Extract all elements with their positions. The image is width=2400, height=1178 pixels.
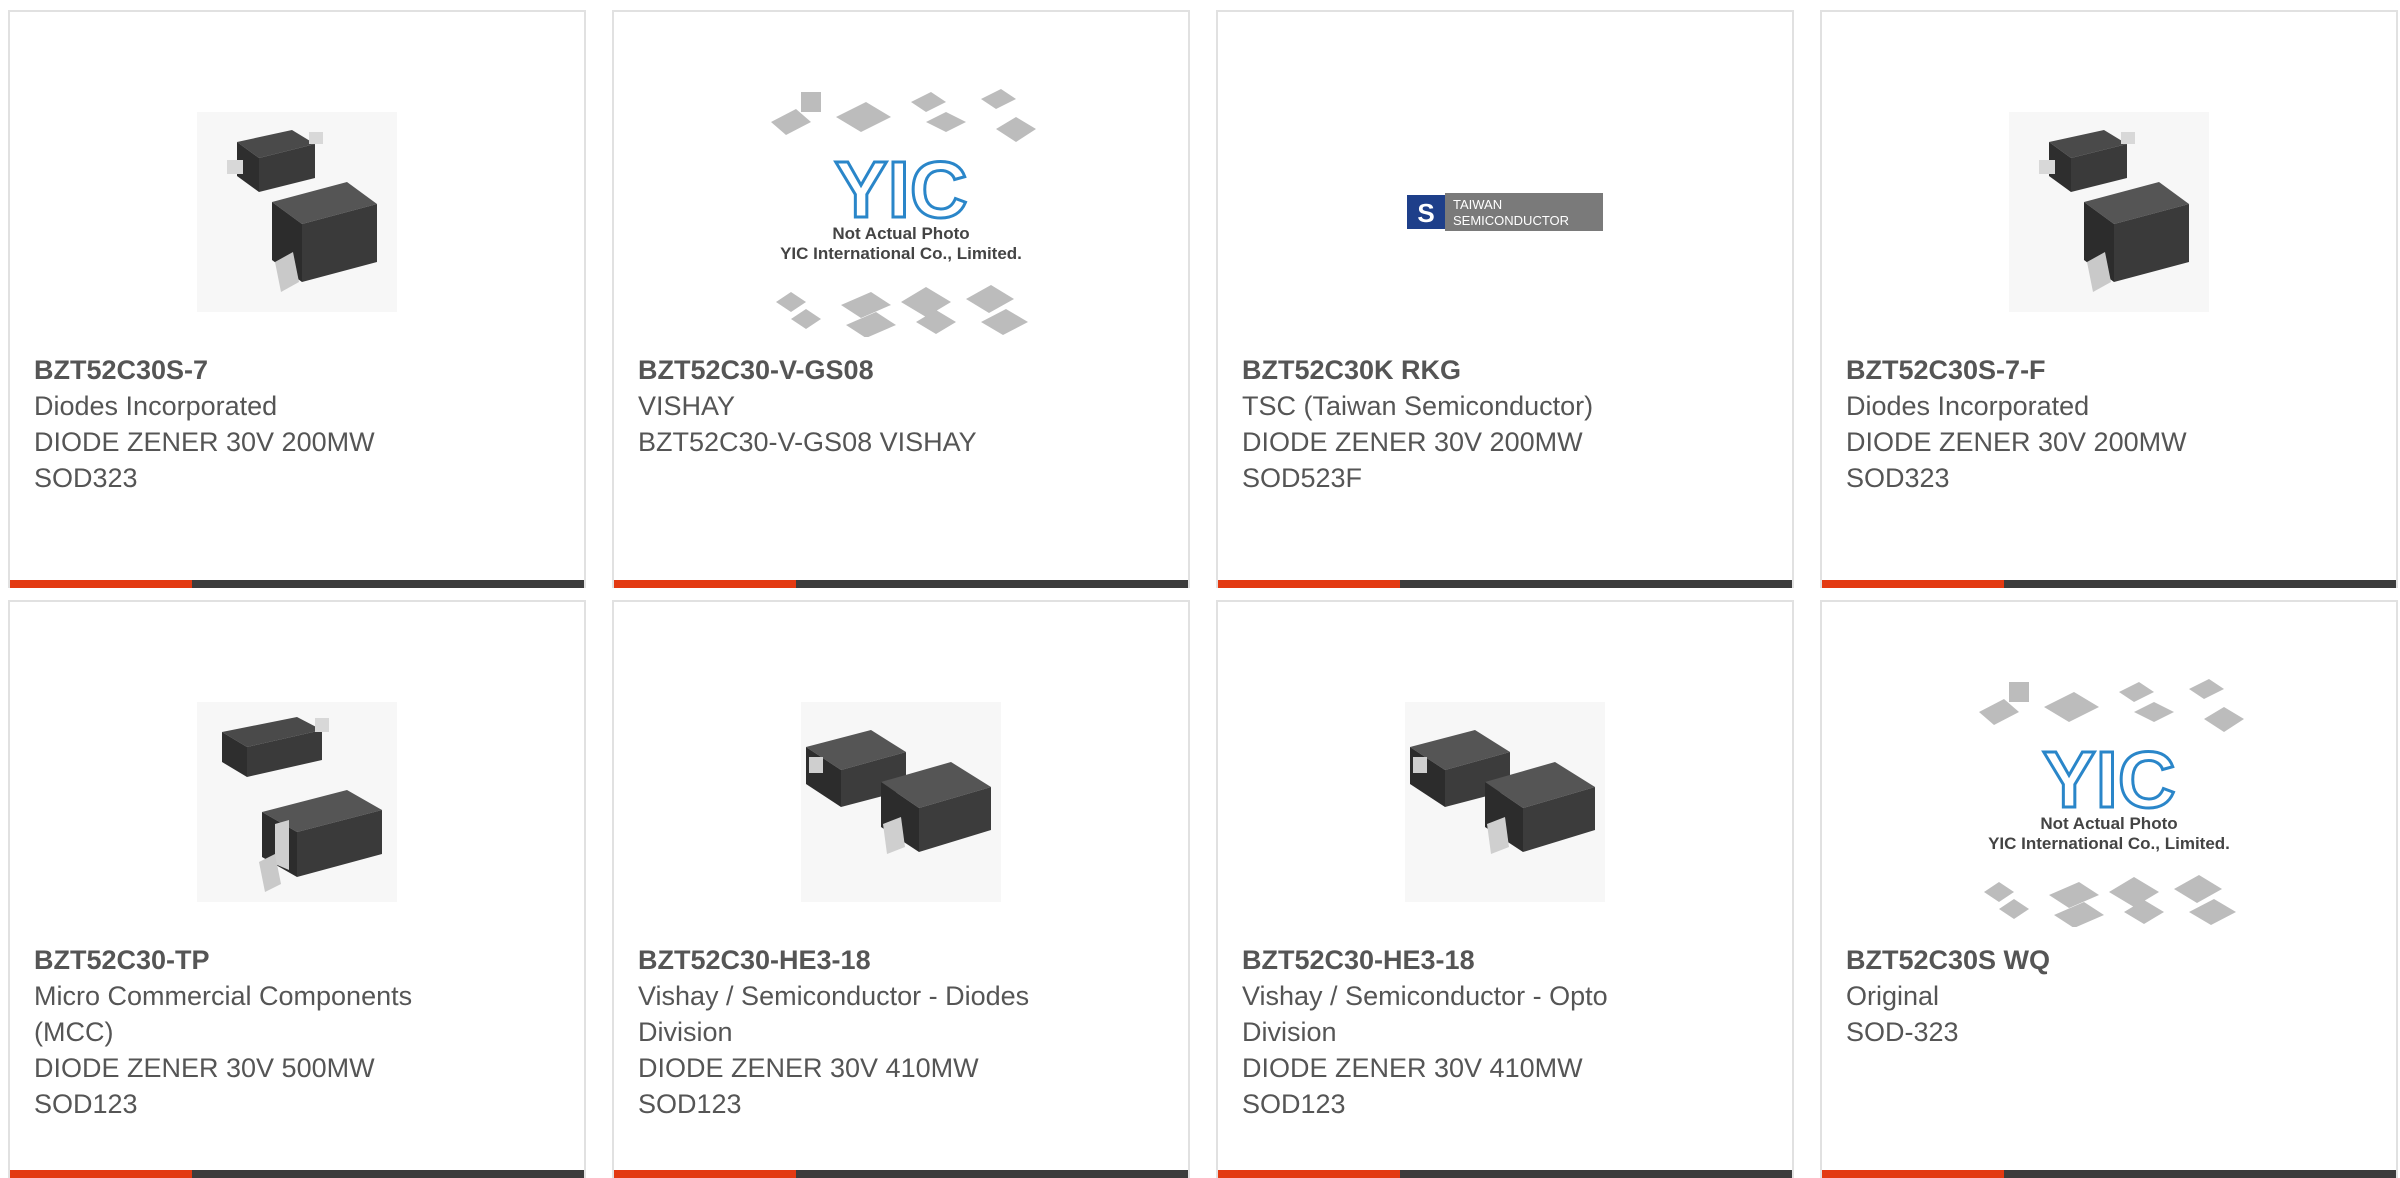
package: SOD123	[638, 1089, 742, 1119]
manufacturer: VISHAY	[638, 391, 736, 421]
package: SOD323	[1846, 463, 1950, 493]
package: SOD123	[34, 1089, 138, 1119]
manufacturer: Diodes Incorporated	[1846, 391, 2090, 421]
product-info: BZT52C30S-7-F Diodes Incorporated DIODE …	[1846, 352, 2266, 496]
description: DIODE ZENER 30V 200MW	[1846, 427, 2187, 457]
card-bottom-bar	[10, 1170, 584, 1178]
sod123-diode-photo	[197, 702, 397, 902]
product-card[interactable]: BZT52C30-HE3-18 Vishay / Semiconductor -…	[1216, 600, 1794, 1178]
part-number[interactable]: BZT52C30-HE3-18	[638, 942, 1058, 978]
card-accent	[1822, 1170, 2004, 1178]
manufacturer-cont: Division	[1242, 1017, 1337, 1047]
product-image[interactable]: YIC Not Actual Photo YIC International C…	[1822, 662, 2396, 942]
description: DIODE ZENER 30V 500MW	[34, 1053, 375, 1083]
product-card[interactable]: YIC Not Actual Photo YIC International C…	[1820, 600, 2398, 1178]
product-image[interactable]: YIC Not Actual Photo YIC International C…	[614, 72, 1188, 352]
product-image[interactable]	[10, 662, 584, 942]
sod123-pair-photo	[1405, 702, 1605, 902]
product-info: BZT52C30-HE3-18 Vishay / Semiconductor -…	[1242, 942, 1662, 1122]
manufacturer: TSC (Taiwan Semiconductor)	[1242, 391, 1594, 421]
product-info: BZT52C30-TP Micro Commercial Components …	[34, 942, 454, 1122]
card-accent	[10, 1170, 192, 1178]
product-image[interactable]	[1218, 662, 1792, 942]
product-info: BZT52C30-V-GS08 VISHAY BZT52C30-V-GS08 V…	[638, 352, 1058, 460]
sod323-diode-photo	[197, 112, 397, 312]
product-card[interactable]: S TAIWAN SEMICONDUCTOR BZT52C30K RKG TSC…	[1216, 10, 1794, 588]
manufacturer: Vishay / Semiconductor - Diodes	[638, 981, 1030, 1011]
card-accent	[614, 580, 796, 588]
part-number[interactable]: BZT52C30K RKG	[1242, 352, 1662, 388]
card-bottom-bar	[614, 580, 1188, 588]
yic-placeholder-photo: YIC Not Actual Photo YIC International C…	[771, 89, 1036, 337]
product-image[interactable]: S TAIWAN SEMICONDUCTOR	[1218, 72, 1792, 352]
product-grid: BZT52C30S-7 Diodes Incorporated DIODE ZE…	[8, 10, 2400, 1178]
part-number[interactable]: BZT52C30-TP	[34, 942, 454, 978]
placeholder-caption-2: YIC International Co., Limited.	[780, 244, 1022, 263]
yic-logo-text: YIC	[834, 145, 967, 234]
product-image[interactable]	[1822, 72, 2396, 352]
product-card[interactable]: BZT52C30S-7 Diodes Incorporated DIODE ZE…	[8, 10, 586, 588]
placeholder-caption-1: Not Actual Photo	[832, 224, 969, 243]
card-accent	[614, 1170, 796, 1178]
part-number[interactable]: BZT52C30S-7	[34, 352, 454, 388]
card-accent	[1822, 580, 2004, 588]
card-bottom-bar	[614, 1170, 1188, 1178]
product-card[interactable]: BZT52C30-TP Micro Commercial Components …	[8, 600, 586, 1178]
product-card[interactable]: YIC Not Actual Photo YIC International C…	[612, 10, 1190, 588]
package: SOD323	[34, 463, 138, 493]
description: DIODE ZENER 30V 200MW	[1242, 427, 1583, 457]
sod323-diode-photo	[2009, 112, 2209, 312]
description: DIODE ZENER 30V 410MW	[638, 1053, 979, 1083]
manufacturer: Original	[1846, 981, 1940, 1011]
part-number[interactable]: BZT52C30-V-GS08	[638, 352, 1058, 388]
card-bottom-bar	[10, 580, 584, 588]
product-image[interactable]	[614, 662, 1188, 942]
card-bottom-bar	[1218, 580, 1792, 588]
manufacturer-cont: Division	[638, 1017, 733, 1047]
placeholder-caption-1: Not Actual Photo	[2040, 814, 2177, 833]
manufacturer: Vishay / Semiconductor - Opto	[1242, 981, 1608, 1011]
package: SOD523F	[1242, 463, 1363, 493]
package: SOD123	[1242, 1089, 1346, 1119]
part-number[interactable]: BZT52C30-HE3-18	[1242, 942, 1662, 978]
sod123-pair-photo	[801, 702, 1001, 902]
card-accent	[10, 580, 192, 588]
description: BZT52C30-V-GS08 VISHAY	[638, 427, 977, 457]
product-info: BZT52C30K RKG TSC (Taiwan Semiconductor)…	[1242, 352, 1662, 496]
card-bottom-bar	[1822, 580, 2396, 588]
product-card[interactable]: BZT52C30S-7-F Diodes Incorporated DIODE …	[1820, 10, 2398, 588]
product-info: BZT52C30-HE3-18 Vishay / Semiconductor -…	[638, 942, 1058, 1122]
svg-text:S: S	[1417, 198, 1434, 228]
product-card[interactable]: BZT52C30-HE3-18 Vishay / Semiconductor -…	[612, 600, 1190, 1178]
product-image[interactable]	[10, 72, 584, 352]
manufacturer-cont: (MCC)	[34, 1017, 114, 1047]
placeholder-caption-2: YIC International Co., Limited.	[1988, 834, 2230, 853]
yic-logo-text: YIC	[2042, 735, 2175, 824]
card-accent	[1218, 580, 1400, 588]
package: SOD-323	[1846, 1017, 1959, 1047]
card-bottom-bar	[1822, 1170, 2396, 1178]
card-bottom-bar	[1218, 1170, 1792, 1178]
product-info: BZT52C30S-7 Diodes Incorporated DIODE ZE…	[34, 352, 454, 496]
part-number[interactable]: BZT52C30S WQ	[1846, 942, 2266, 978]
part-number[interactable]: BZT52C30S-7-F	[1846, 352, 2266, 388]
manufacturer: Micro Commercial Components	[34, 981, 413, 1011]
taiwan-semiconductor-logo: S TAIWAN SEMICONDUCTOR	[1405, 191, 1605, 233]
logo-line-1: TAIWAN	[1453, 197, 1502, 212]
yic-placeholder-photo: YIC Not Actual Photo YIC International C…	[1979, 679, 2244, 927]
manufacturer: Diodes Incorporated	[34, 391, 278, 421]
logo-line-2: SEMICONDUCTOR	[1453, 213, 1569, 228]
description: DIODE ZENER 30V 200MW	[34, 427, 375, 457]
description: DIODE ZENER 30V 410MW	[1242, 1053, 1583, 1083]
product-info: BZT52C30S WQ Original SOD-323	[1846, 942, 2266, 1050]
card-accent	[1218, 1170, 1400, 1178]
